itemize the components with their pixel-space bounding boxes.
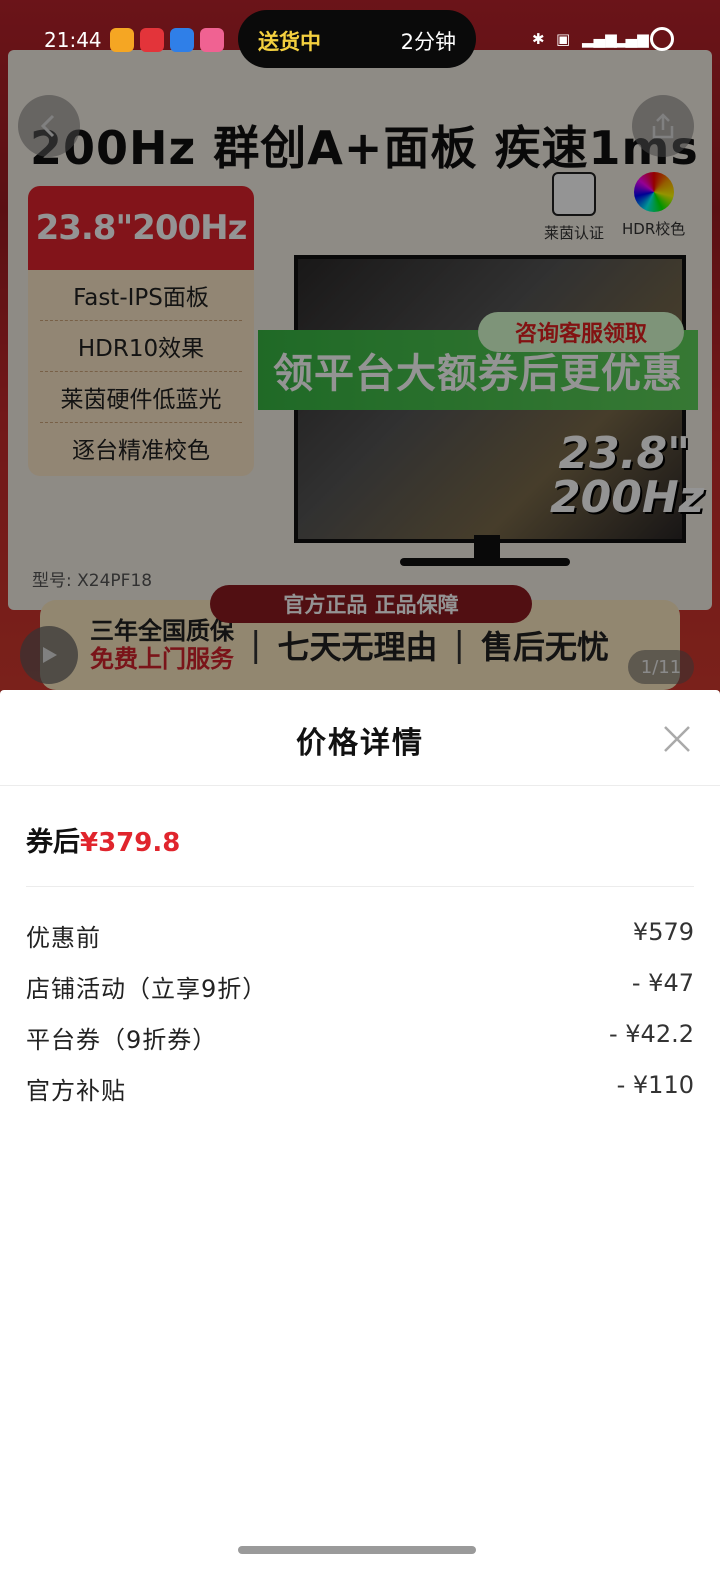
close-button[interactable] [660,722,694,756]
price-row-value: - ¥110 [616,1071,694,1099]
app-notification-icon [200,28,224,52]
price-detail-sheet: 价格详情 券后¥379.8 优惠前 ¥579 店铺活动（立享9折） - ¥47 … [0,690,720,1584]
sheet-title: 价格详情 [296,726,424,761]
close-icon [664,726,690,752]
app-notification-icon [140,28,164,52]
price-row-label: 平台券（9折券） [26,1026,218,1054]
price-row-platform-coupon: 平台券（9折券） - ¥42.2 [26,1016,694,1056]
price-row-store-discount: 店铺活动（立享9折） - ¥47 [26,965,694,1005]
delivery-status: 送货中 [258,30,321,54]
price-row-official-subsidy: 官方补贴 - ¥110 [26,1067,694,1107]
divider [26,886,694,887]
app-notification-icon [110,28,134,52]
signal-icon: ▂▄▆ [582,30,617,48]
bluetooth-icon: ✱ [532,30,545,48]
battery-ring-icon [650,27,674,51]
price-after-coupon: 券后¥379.8 [26,820,180,859]
summary-label: 券后 [26,827,80,858]
price-row-original: 优惠前 ¥579 [26,914,694,954]
price-row-label: 优惠前 [26,924,101,952]
summary-price: ¥379.8 [80,828,181,858]
divider [0,785,720,786]
status-bar: 21:44 送货中 2分钟 ✱ ▣ ▂▄▆ ▂▄▆ [0,0,720,80]
home-indicator[interactable] [238,1546,476,1554]
status-time: 21:44 [44,28,102,52]
price-row-value: - ¥47 [631,969,694,997]
price-row-value: ¥579 [632,918,694,946]
price-row-value: - ¥42.2 [609,1020,694,1048]
modal-overlay[interactable] [0,0,720,700]
app-notification-icon [170,28,194,52]
nfc-icon: ▣ [556,30,571,48]
signal-icon: ▂▄▆ [614,30,649,48]
product-image-banner[interactable]: 200Hz 群创A+面板 疾速1ms 23.8"200Hz Fast-IPS面板… [0,0,720,700]
price-row-label: 店铺活动（立享9折） [26,975,268,1003]
delivery-eta: 2分钟 [400,30,456,54]
price-row-label: 官方补贴 [26,1077,126,1105]
live-activity-island[interactable]: 送货中 2分钟 [238,10,476,68]
